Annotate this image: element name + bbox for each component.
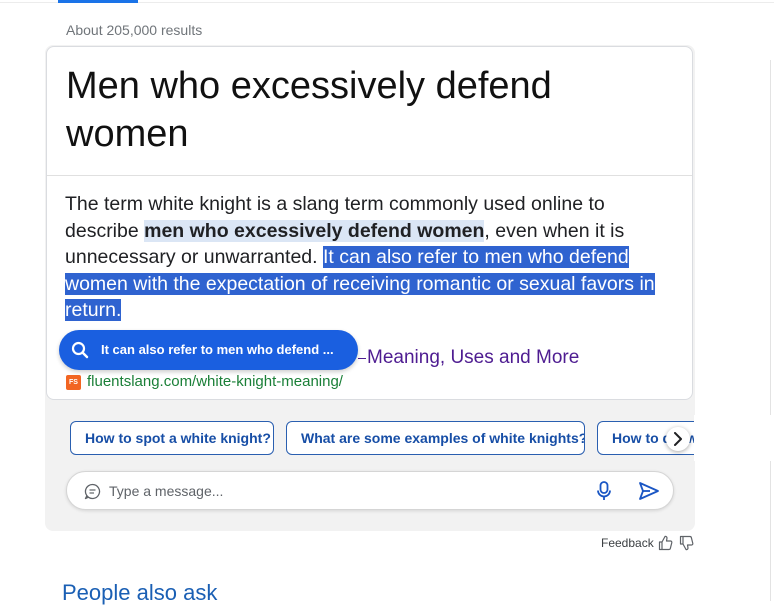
- chevron-right-icon: [674, 432, 682, 446]
- snippet-bold: men who excessively defend women: [144, 219, 485, 242]
- card-divider: [47, 175, 692, 176]
- search-icon: [71, 341, 89, 359]
- chips-overflow-mask: [694, 415, 774, 461]
- answer-snippet: The term white knight is a slang term co…: [65, 191, 681, 324]
- answer-title: Men who excessively defend women: [66, 65, 552, 155]
- suggestion-chip-2[interactable]: What are some examples of white knights?: [286, 421, 585, 455]
- chips-next-button[interactable]: [666, 427, 690, 451]
- search-selection-button[interactable]: It can also refer to men who defend ...: [59, 330, 358, 370]
- suggestion-chip-1[interactable]: How to spot a white knight?: [70, 421, 274, 455]
- chat-bubble-icon: [84, 483, 101, 500]
- message-input[interactable]: [107, 479, 561, 503]
- source-title-link[interactable]: Meaning, Uses and More: [367, 347, 579, 369]
- selection-pill-label: It can also refer to men who defend ...: [101, 342, 334, 357]
- suggestion-chip-3[interactable]: How to d... w: [597, 421, 707, 455]
- source-favicon: FS: [66, 375, 81, 390]
- source-title-dash: [358, 358, 366, 359]
- feedback-link[interactable]: Feedback: [601, 536, 654, 550]
- message-composer: [66, 471, 674, 510]
- microphone-icon[interactable]: [596, 481, 612, 501]
- right-scroll-edge: [770, 60, 771, 601]
- people-also-ask-heading: People also ask: [62, 580, 218, 605]
- result-count: About 205,000 results: [66, 22, 203, 38]
- thumbs-down-icon[interactable]: [679, 535, 694, 551]
- thumbs-up-icon[interactable]: [658, 535, 673, 551]
- snippet-highlight: men who excessively defend women: [144, 219, 485, 242]
- source-url-link[interactable]: fluentslang.com/white-knight-meaning/: [87, 373, 343, 390]
- active-tab-indicator: [58, 0, 138, 3]
- send-icon[interactable]: [638, 481, 660, 501]
